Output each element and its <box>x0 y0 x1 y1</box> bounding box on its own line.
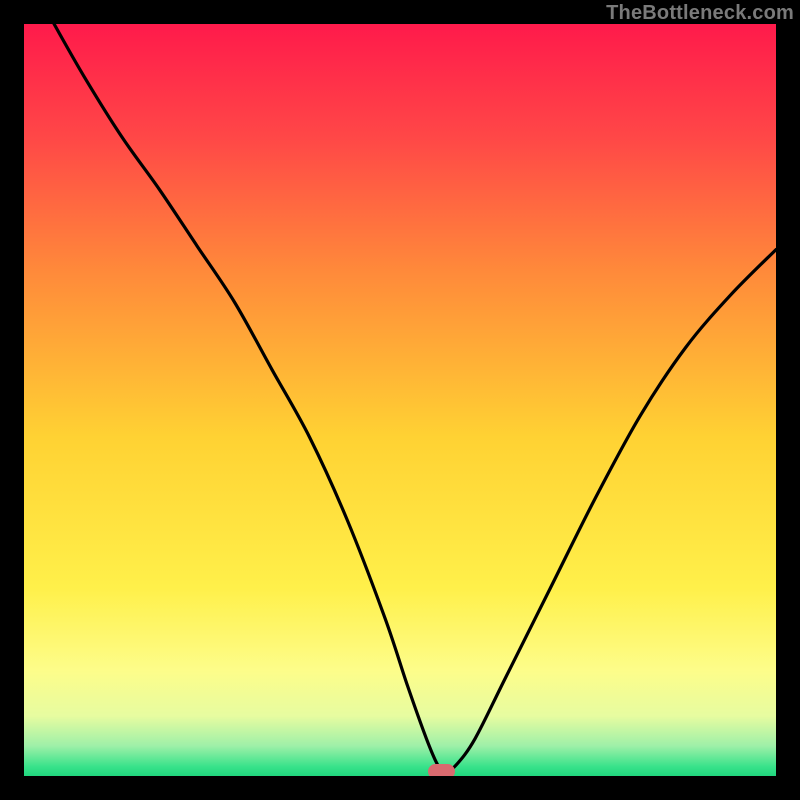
optimal-range-marker <box>428 764 455 776</box>
plot-area <box>24 24 776 776</box>
background-gradient <box>24 24 776 776</box>
chart-frame: TheBottleneck.com <box>0 0 800 800</box>
watermark-text: TheBottleneck.com <box>606 2 794 25</box>
